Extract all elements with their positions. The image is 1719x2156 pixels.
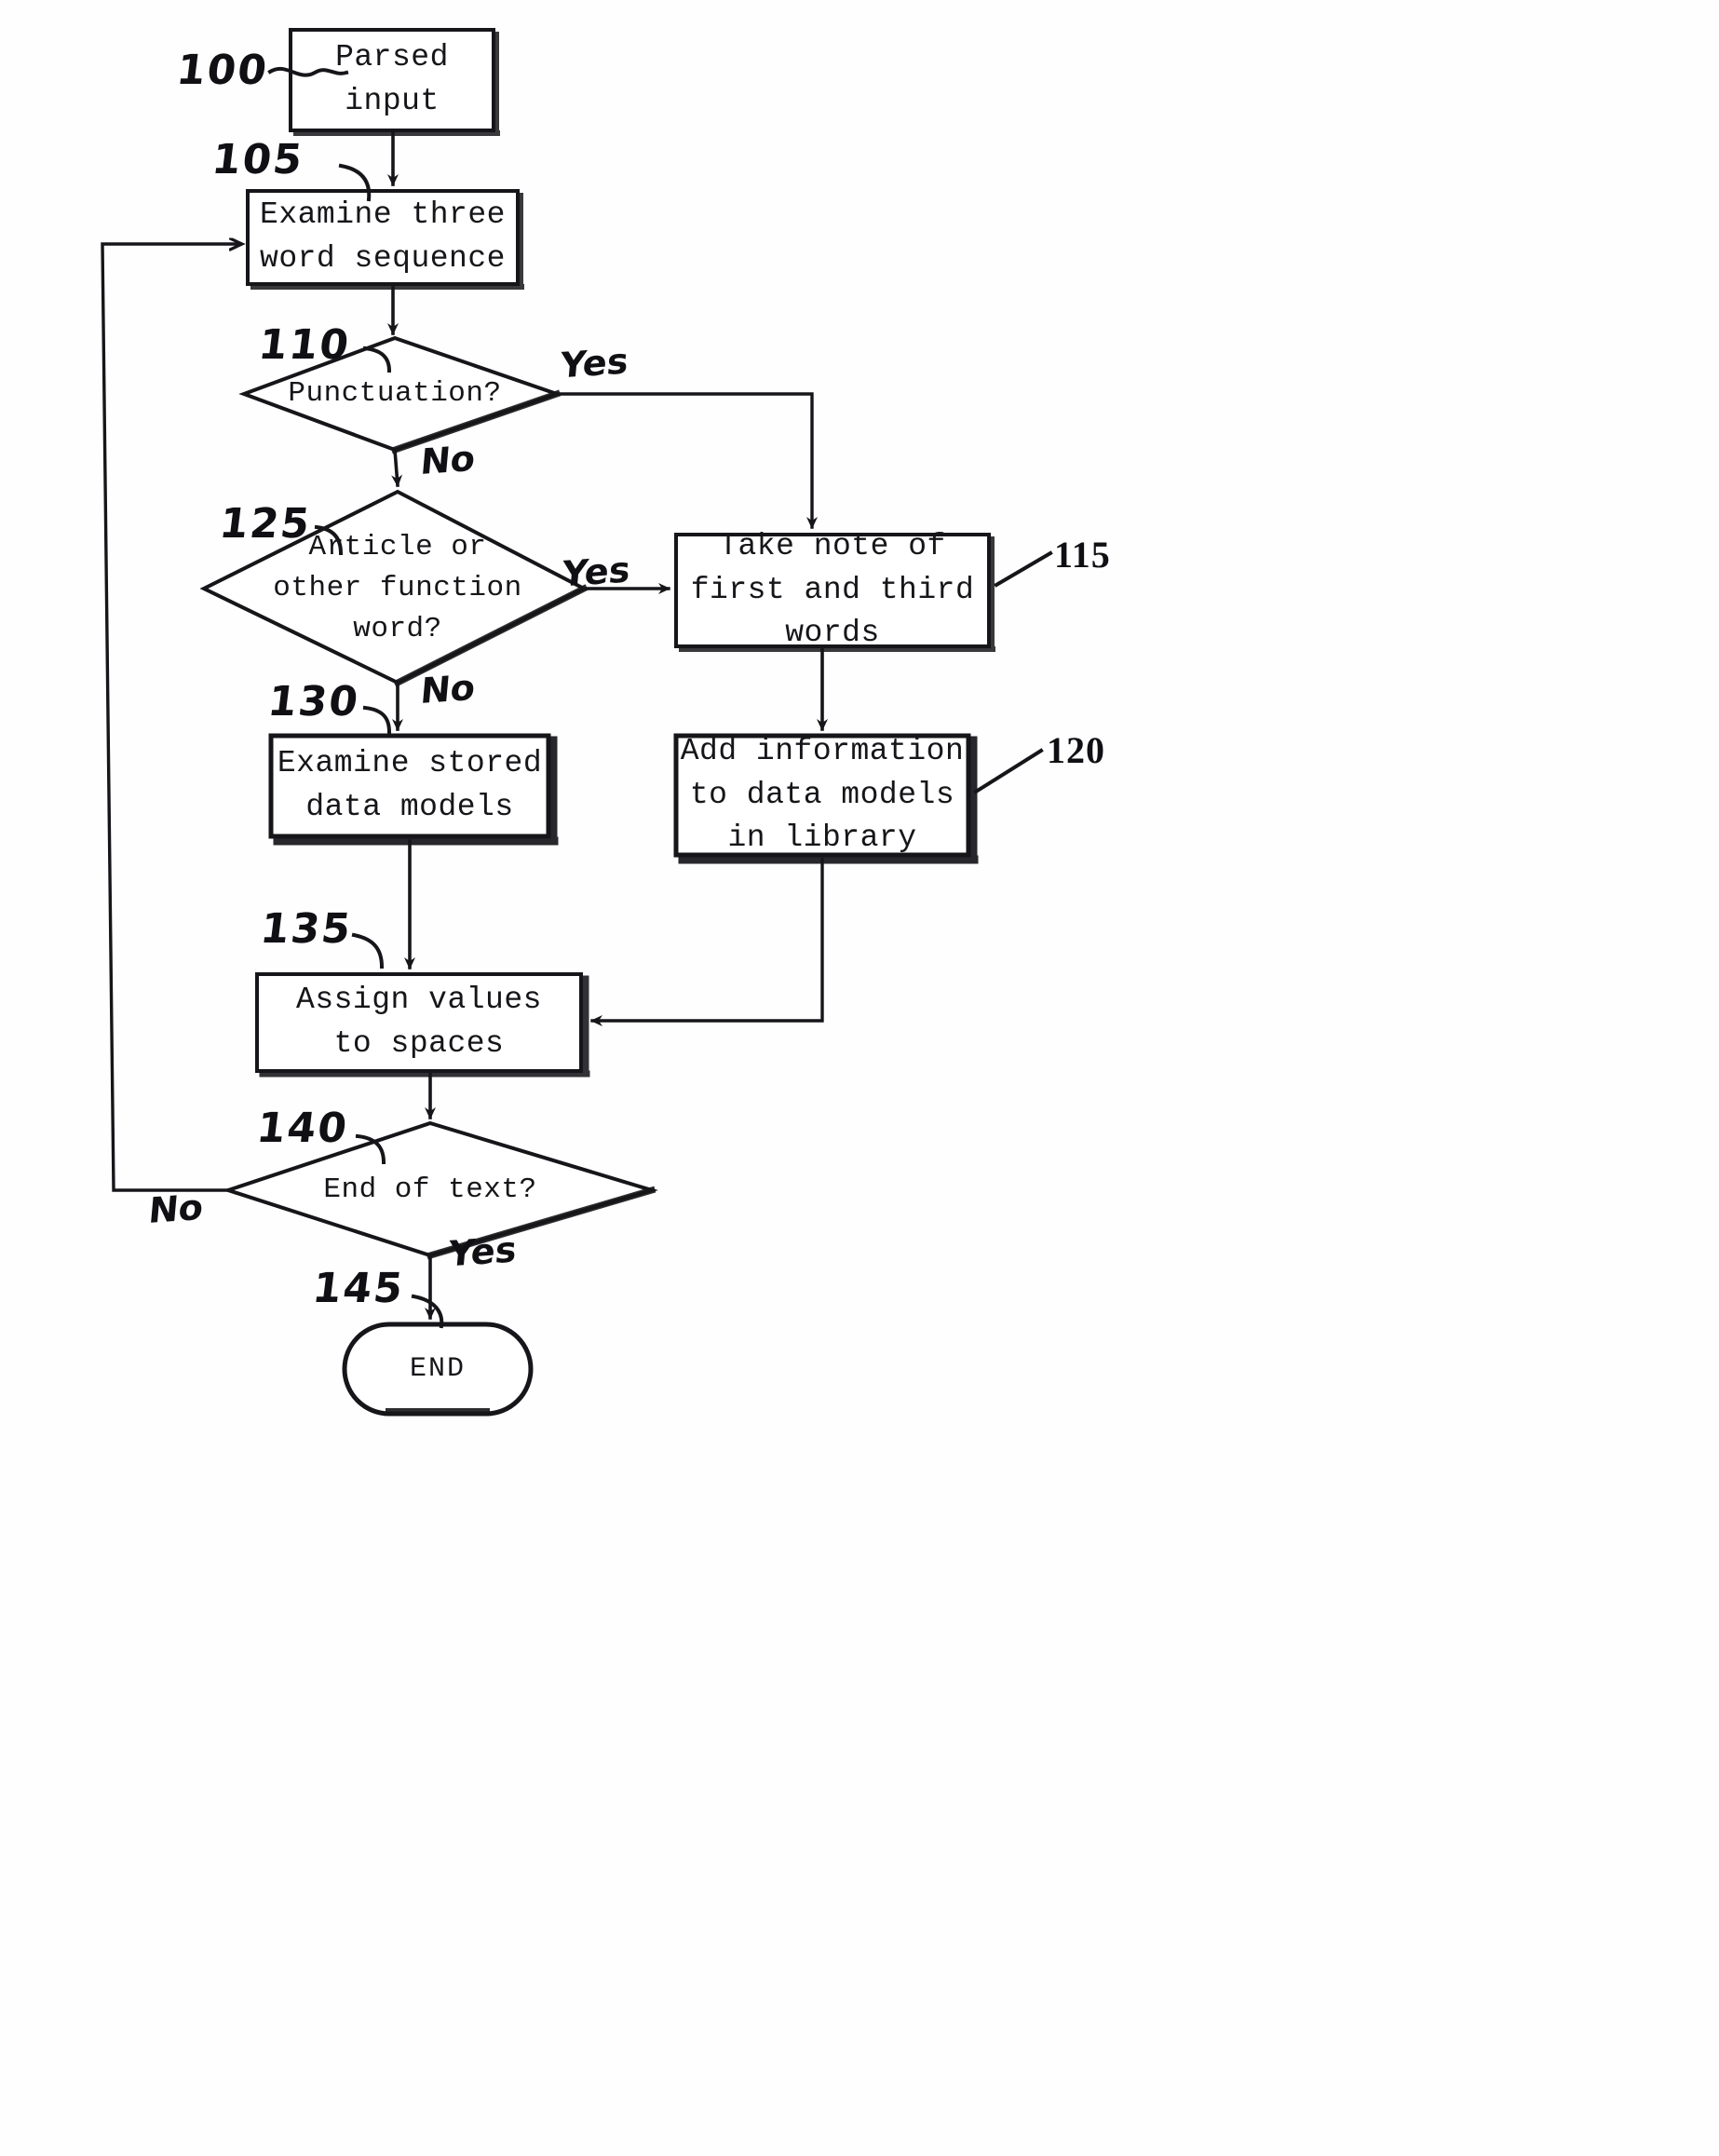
edge-label-punctuation-no: No xyxy=(418,438,478,482)
node-shape-assign-values xyxy=(255,972,590,1078)
leader-145 xyxy=(411,1294,444,1329)
edge-punctuation-no xyxy=(391,448,403,487)
flowchart-vector-layer xyxy=(101,28,1053,1417)
leader-135 xyxy=(351,932,385,970)
ref-number-140: 140 xyxy=(253,1105,351,1152)
edge-label-article-no: No xyxy=(418,667,478,712)
edge-punctuation-yes xyxy=(555,392,818,529)
edge-label-punctuation-yes: Yes xyxy=(558,340,630,386)
patent-figure-sheet: Parsed input Examine three word sequence… xyxy=(0,0,1719,2156)
ref-number-145: 145 xyxy=(309,1265,407,1312)
ref-number-120: 120 xyxy=(1047,729,1105,771)
edge-label-article-yes: Yes xyxy=(560,549,632,595)
ref-number-125: 125 xyxy=(216,500,314,548)
node-shape-examine-three-word xyxy=(246,189,524,290)
leader-115 xyxy=(994,550,1053,588)
ref-number-110: 110 xyxy=(255,321,353,369)
node-shape-parsed-input xyxy=(289,28,500,136)
leader-130 xyxy=(362,705,392,735)
ref-number-115: 115 xyxy=(1054,534,1111,576)
node-shape-examine-stored xyxy=(268,733,559,846)
node-shape-take-note xyxy=(674,533,995,652)
edge-addinfo-to-assign xyxy=(590,858,824,1026)
node-shape-add-information xyxy=(673,733,979,864)
node-shape-end-terminator xyxy=(342,1322,534,1417)
ref-number-105: 105 xyxy=(209,136,306,183)
edge-label-end-of-text-yes: Yes xyxy=(446,1228,519,1275)
ref-number-130: 130 xyxy=(264,678,362,725)
edge-label-end-of-text-no: No xyxy=(146,1186,206,1231)
ref-number-100: 100 xyxy=(173,47,271,94)
leader-120 xyxy=(973,748,1044,794)
ref-number-135: 135 xyxy=(257,905,355,953)
edge-endoftext-no-feedback xyxy=(101,244,240,1192)
